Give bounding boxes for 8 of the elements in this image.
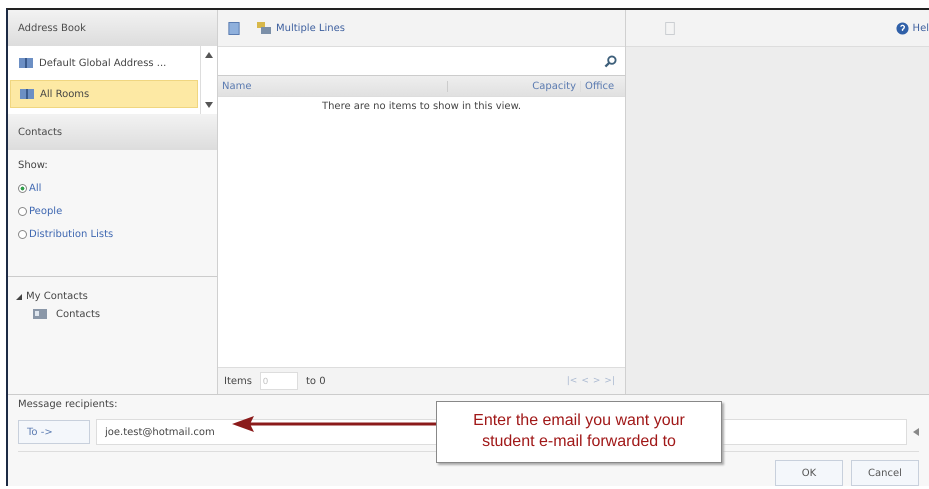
- instruction-tooltip: Enter the email you want your student e-mail forwarded to: [436, 401, 722, 463]
- items-label: Items: [224, 376, 252, 386]
- panel-header: Address Book: [8, 10, 217, 46]
- recipients-label: Message recipients:: [18, 399, 118, 412]
- panel-header: Contacts: [8, 114, 217, 150]
- empty-message: There are no items to show in this view.: [320, 100, 522, 112]
- page-count: to 0: [306, 376, 326, 386]
- show-label: Show:: [18, 160, 49, 171]
